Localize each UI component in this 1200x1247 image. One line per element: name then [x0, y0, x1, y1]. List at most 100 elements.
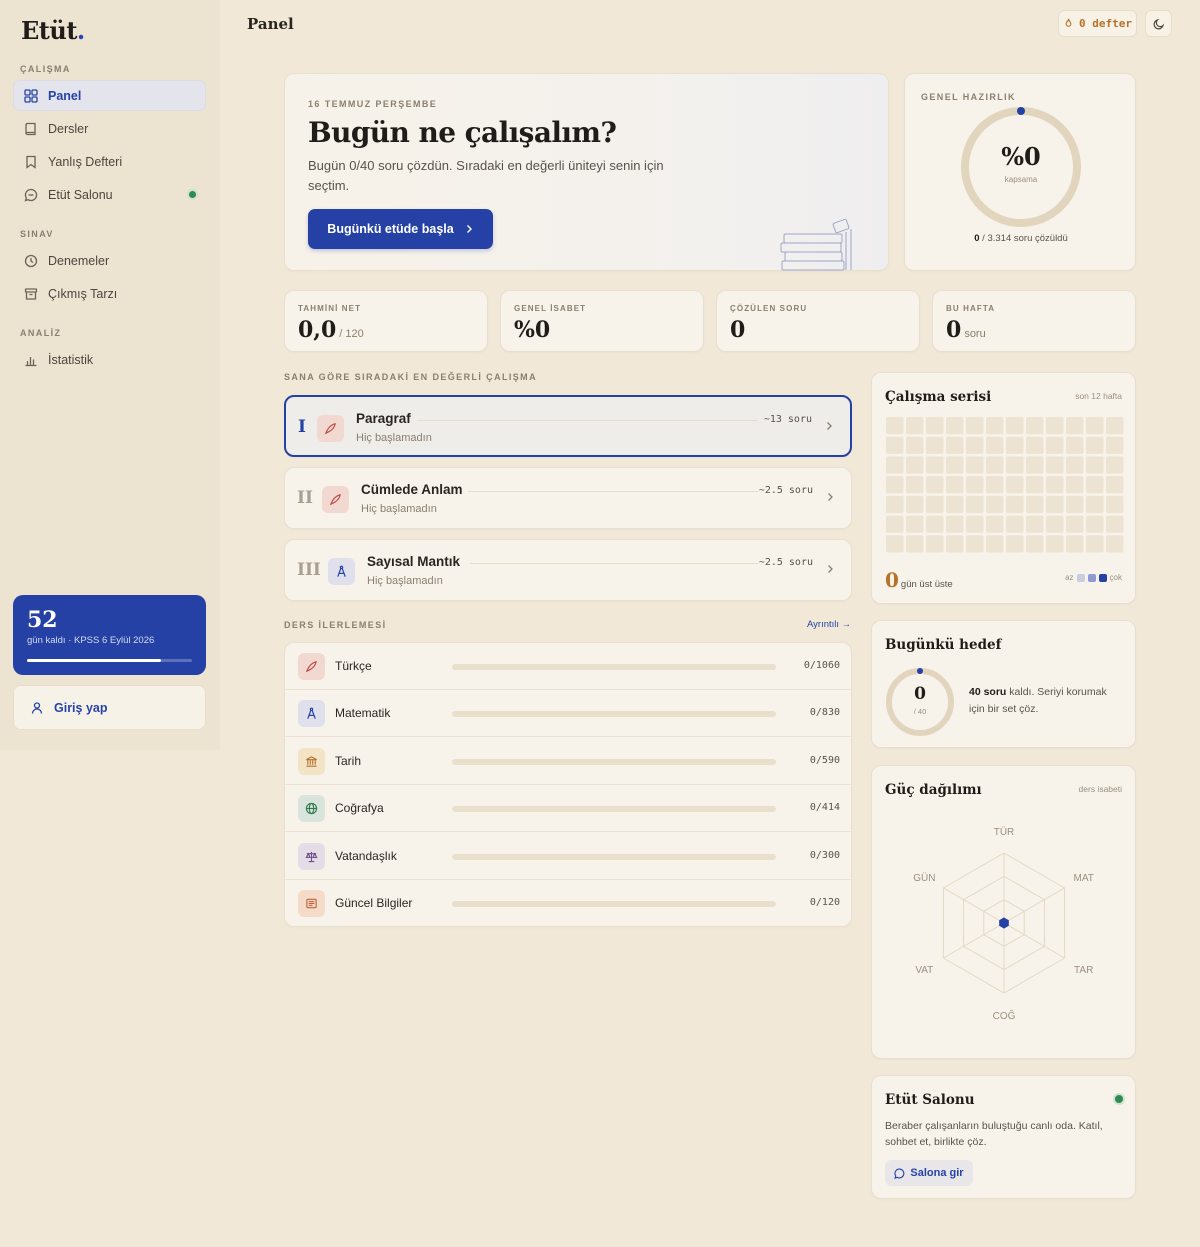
- heatmap-cell: [886, 417, 904, 435]
- heatmap-cell: [946, 495, 964, 514]
- heatmap-cell: [1006, 456, 1024, 474]
- study-item-paragraf[interactable]: I Paragraf Hiç başlamadın ~13 soru: [284, 395, 852, 457]
- study-count: ~13 soru: [763, 414, 812, 425]
- subject-count: 0/1060: [803, 660, 840, 671]
- next-study-label: SANA GÖRE SIRADAKİ EN DEĞERLİ ÇALIŞMA: [284, 372, 537, 382]
- heatmap-cell: [1046, 495, 1064, 514]
- subject-name: Türkçe: [335, 659, 372, 673]
- heatmap-cell: [906, 515, 924, 533]
- readiness-value: %0: [1001, 142, 1041, 171]
- legend-swatch: [1076, 573, 1085, 582]
- subject-row-vatandaslik[interactable]: Vatandaşlık 0/300: [285, 833, 851, 880]
- heatmap-cell: [1086, 495, 1104, 514]
- heatmap-cell: [1066, 535, 1084, 553]
- countdown-progress-fill: [27, 659, 161, 662]
- subject-count: 0/300: [809, 850, 840, 861]
- study-name: Sayısal Mantık: [367, 554, 461, 569]
- radar-chart: TÜR MAT TAR COĞ VAT GÜN: [913, 826, 1094, 1022]
- sidebar-item-label: Panel: [48, 88, 82, 103]
- subject-row-tarih[interactable]: Tarih 0/590: [285, 738, 851, 785]
- heatmap-cell: [1006, 495, 1024, 514]
- heatmap-cell: [886, 535, 904, 553]
- sidebar-item-yanlis-defteri[interactable]: Yanlış Defteri: [13, 146, 206, 177]
- section-label-sinav: SINAV: [20, 229, 54, 239]
- subject-name: Vatandaşlık: [335, 849, 397, 863]
- heatmap-cell: [986, 417, 1004, 435]
- theme-toggle-button[interactable]: [1145, 10, 1172, 37]
- exam-countdown[interactable]: 52 gün kaldı · KPSS 6 Eylül 2026: [13, 595, 206, 675]
- heatmap-cell: [1086, 417, 1104, 435]
- subject-count: 0/830: [809, 707, 840, 718]
- sidebar-item-etut-salonu[interactable]: Etüt Salonu: [13, 179, 206, 210]
- readiness-label: GENEL HAZIRLIK: [921, 92, 1016, 102]
- heatmap-cell: [906, 495, 924, 514]
- radar-axis-label: COĞ: [993, 1009, 1016, 1022]
- heatmap-cell: [946, 535, 964, 553]
- subject-name: Matematik: [335, 706, 391, 720]
- heatmap-cell: [1106, 495, 1124, 514]
- heatmap-cell: [946, 417, 964, 435]
- live-status-dot: [1115, 1095, 1123, 1103]
- heatmap-cell: [1106, 456, 1124, 474]
- countdown-days: 52: [27, 607, 58, 633]
- sidebar-item-dersler[interactable]: Dersler: [13, 113, 206, 144]
- daily-goal-card: Bugünkü hedef 0 / 40 40 soru kaldı. Seri…: [871, 620, 1136, 748]
- heatmap-cell: [1006, 535, 1024, 553]
- sidebar-item-panel[interactable]: Panel: [13, 80, 206, 111]
- stat-label: TAHMİNİ NET: [298, 304, 362, 313]
- museum-icon: [298, 748, 325, 775]
- heatmap-cell: [1066, 456, 1084, 474]
- radar-axis: [943, 922, 1005, 959]
- app-logo[interactable]: Etüt.: [21, 16, 85, 45]
- heatmap-cell: [1086, 456, 1104, 474]
- progress-label: DERS İLERLEMESİ: [284, 620, 387, 630]
- streak-count: 0 gün üst üste: [885, 568, 953, 592]
- study-count: ~2.5 soru: [758, 557, 813, 568]
- heatmap-cell: [886, 515, 904, 533]
- page-title: Panel: [247, 15, 294, 33]
- divider: [468, 491, 758, 492]
- sidebar-item-cikmis-tarzi[interactable]: Çıkmış Tarzı: [13, 278, 206, 309]
- countdown-progress-bar: [27, 659, 192, 662]
- clock-icon: [24, 254, 38, 268]
- chat-icon: [894, 1168, 905, 1179]
- study-rank: I: [298, 417, 306, 437]
- chevron-right-icon: [828, 493, 833, 501]
- radar-value-polygon: [999, 917, 1009, 929]
- sidebar-item-istatistik[interactable]: İstatistik: [13, 344, 206, 375]
- heatmap-cell: [1066, 417, 1084, 435]
- heatmap-cell: [986, 515, 1004, 533]
- join-salon-button[interactable]: Salona gir: [885, 1160, 973, 1186]
- heatmap-cell: [966, 436, 984, 454]
- heatmap-cell: [1066, 436, 1084, 454]
- subject-row-matematik[interactable]: Matematik 0/830: [285, 690, 851, 737]
- countdown-text: gün kaldı · KPSS 6 Eylül 2026: [27, 635, 155, 646]
- defter-count: 0 defter: [1079, 17, 1132, 30]
- study-item-sayisal-mantik[interactable]: III Sayısal Mantık Hiç başlamadın ~2.5 s…: [284, 539, 852, 601]
- hero-date: 16 TEMMUZ PERŞEMBE: [308, 99, 438, 109]
- study-item-cumlede-anlam[interactable]: II Cümlede Anlam Hiç başlamadın ~2.5 sor…: [284, 467, 852, 529]
- progress-track: [452, 854, 776, 860]
- heatmap-cell: [1046, 456, 1064, 474]
- divider: [417, 420, 757, 421]
- details-link[interactable]: Ayrıntılı →: [807, 619, 851, 630]
- study-count: ~2.5 soru: [758, 485, 813, 496]
- sidebar-item-denemeler[interactable]: Denemeler: [13, 245, 206, 276]
- subject-row-cografya[interactable]: Coğrafya 0/414: [285, 785, 851, 832]
- subject-row-turkce[interactable]: Türkçe 0/1060: [285, 643, 851, 690]
- heatmap-cell: [1026, 456, 1044, 474]
- subject-name: Coğrafya: [335, 801, 384, 815]
- heatmap-cell: [1026, 535, 1044, 553]
- heatmap-cell: [966, 515, 984, 533]
- salon-description: Beraber çalışanların buluştuğu canlı oda…: [885, 1120, 1103, 1148]
- login-button[interactable]: Giriş yap: [13, 685, 206, 730]
- grid-icon: [24, 88, 38, 103]
- start-study-button[interactable]: Bugünkü etüde başla: [308, 209, 493, 249]
- heatmap-cell: [926, 417, 944, 435]
- heatmap-cell: [986, 535, 1004, 553]
- heatmap-cell: [986, 495, 1004, 514]
- defter-button[interactable]: 0 defter: [1058, 10, 1137, 37]
- quill-icon: [322, 486, 349, 513]
- subject-row-guncel-bilgiler[interactable]: Güncel Bilgiler 0/120: [285, 880, 851, 926]
- heatmap-cell: [1026, 495, 1044, 514]
